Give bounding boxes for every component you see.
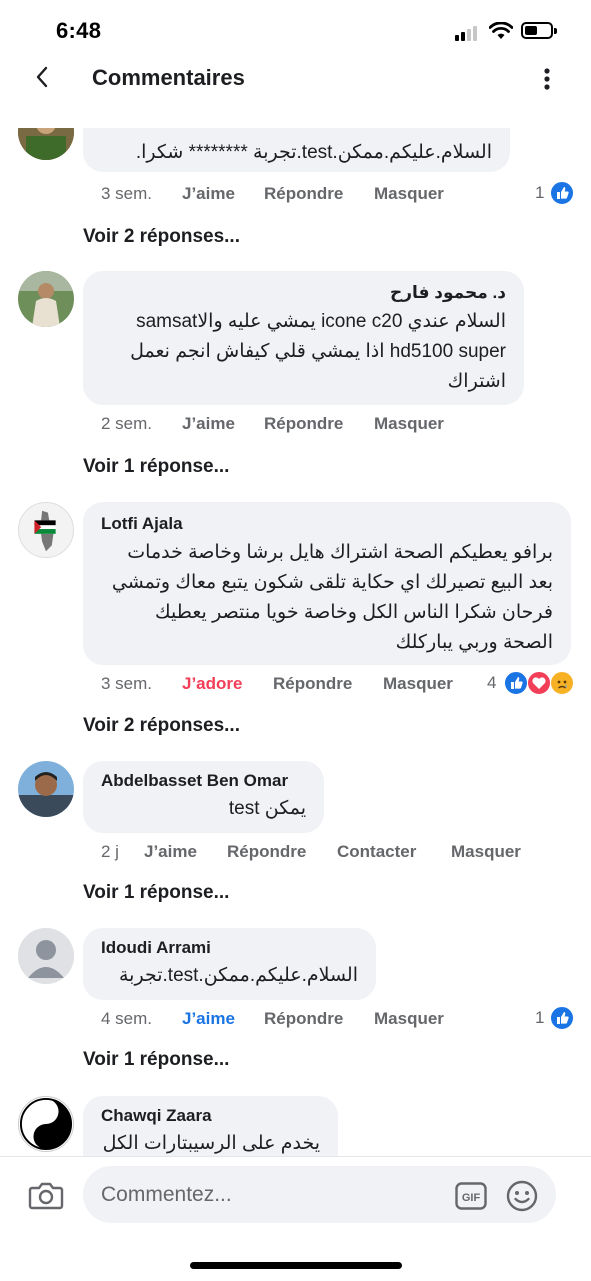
hide-button[interactable]: Masquer	[451, 842, 521, 862]
heart-icon	[527, 671, 551, 695]
comment-bubble: د. محمود فارح السلام عندي icone c20 يمشي…	[83, 271, 524, 405]
comment-actions: 4 sem. J’aime Répondre Masquer	[101, 1009, 571, 1033]
battery-icon	[521, 22, 557, 39]
reaction-count: 1	[535, 183, 545, 202]
comment-actions: 2 sem. J’aime Répondre Masquer	[101, 414, 571, 438]
comment-author[interactable]: Chawqi Zaara	[101, 1106, 320, 1126]
comment-actions: 3 sem. J’aime Répondre Masquer	[101, 184, 571, 208]
comment-text: السلام.عليكم.ممكن.test.تجربة ******** شك…	[135, 142, 492, 163]
page-title: Commentaires	[92, 65, 245, 90]
reply-button[interactable]: Répondre	[264, 414, 343, 434]
like-button[interactable]: J’aime	[144, 842, 197, 862]
back-chevron-icon[interactable]	[28, 62, 58, 92]
comment-author[interactable]: د. محمود فارح	[101, 283, 506, 303]
wifi-icon	[489, 22, 513, 39]
love-button[interactable]: J’adore	[182, 674, 242, 694]
comment-bubble: Lotfi Ajala برافو يعطيكم الصحة اشتراك ها…	[83, 502, 571, 665]
cellular-signal-icon	[455, 25, 481, 41]
status-bar: 6:48	[0, 0, 591, 64]
thumbs-up-icon	[550, 1006, 574, 1030]
comment-actions: 2 j J’aime Répondre Contacter Masquer	[101, 842, 571, 866]
comment-text: يخدم على الرسيبتارات الكل	[102, 1133, 320, 1154]
hide-button[interactable]: Masquer	[374, 1009, 444, 1029]
comment-bubble: Idoudi Arrami السلام.عليكم.ممكن.test.تجر…	[83, 928, 376, 1000]
comment-author[interactable]: Lotfi Ajala	[101, 514, 553, 534]
comment-bubble: السلام.عليكم.ممكن.test.تجربة ******** شك…	[83, 128, 510, 172]
comment-author[interactable]: Abdelbasset Ben Omar	[101, 771, 306, 791]
reaction-count: 4	[487, 673, 497, 692]
comment-text: السلام عندي icone c20 يمشي عليه والاsams…	[130, 311, 506, 392]
comment-text: يمكن test	[228, 798, 306, 819]
view-replies-link[interactable]: Voir 1 réponse...	[83, 1049, 229, 1071]
reply-button[interactable]: Répondre	[227, 842, 306, 862]
sad-face-icon	[550, 671, 574, 695]
thumbs-up-icon	[504, 671, 528, 695]
like-button[interactable]: J’aime	[182, 184, 235, 204]
hide-button[interactable]: Masquer	[383, 674, 453, 694]
hide-button[interactable]: Masquer	[374, 184, 444, 204]
gif-icon[interactable]: GIF	[455, 1182, 487, 1210]
avatar[interactable]	[18, 761, 74, 817]
comment-time: 4 sem.	[101, 1009, 153, 1028]
contact-button[interactable]: Contacter	[337, 842, 416, 862]
comment-time: 3 sem.	[101, 674, 153, 693]
top-bar: Commentaires	[0, 56, 591, 100]
hide-button[interactable]: Masquer	[374, 414, 444, 434]
avatar[interactable]	[18, 128, 74, 160]
comment-text: برافو يعطيكم الصحة اشتراك هايل برشا وخاص…	[111, 542, 553, 653]
reply-button[interactable]: Répondre	[273, 674, 352, 694]
reaction-count: 1	[535, 1008, 545, 1027]
reaction-summary[interactable]: 1	[535, 181, 575, 208]
reply-button[interactable]: Répondre	[264, 1009, 343, 1029]
emoji-icon[interactable]	[506, 1180, 538, 1212]
view-replies-link[interactable]: Voir 1 réponse...	[83, 456, 229, 478]
comment-time: 3 sem.	[101, 184, 153, 203]
like-button[interactable]: J’aime	[182, 414, 235, 434]
comment-time: 2 j	[101, 842, 119, 861]
home-indicator	[190, 1262, 402, 1269]
comment-input-placeholder: Commentez...	[101, 1183, 232, 1206]
comment-author[interactable]: Idoudi Arrami	[101, 938, 358, 958]
comment-bubble: Chawqi Zaara يخدم على الرسيبتارات الكل	[83, 1096, 338, 1156]
avatar[interactable]	[18, 1096, 74, 1152]
comment-text: السلام.عليكم.ممكن.test.تجربة	[119, 965, 358, 986]
comment-bubble: Abdelbasset Ben Omar يمكن test	[83, 761, 324, 833]
view-replies-link[interactable]: Voir 2 réponses...	[83, 226, 240, 248]
like-button[interactable]: J’aime	[182, 1009, 235, 1029]
status-time: 6:48	[56, 18, 102, 43]
view-replies-link[interactable]: Voir 1 réponse...	[83, 882, 229, 904]
thumbs-up-icon	[550, 181, 574, 205]
avatar[interactable]	[18, 502, 74, 558]
svg-text:GIF: GIF	[462, 1192, 481, 1204]
view-replies-link[interactable]: Voir 2 réponses...	[83, 715, 240, 737]
more-options-icon[interactable]	[532, 64, 562, 94]
avatar[interactable]	[18, 271, 74, 327]
reaction-summary[interactable]: 4	[487, 671, 577, 698]
reply-button[interactable]: Répondre	[264, 184, 343, 204]
reaction-summary[interactable]: 1	[535, 1006, 575, 1033]
avatar[interactable]	[18, 928, 74, 984]
camera-icon[interactable]	[28, 1178, 64, 1212]
comments-list: السلام.عليكم.ممكن.test.تجربة ******** شك…	[0, 128, 591, 1156]
comment-time: 2 sem.	[101, 414, 153, 433]
